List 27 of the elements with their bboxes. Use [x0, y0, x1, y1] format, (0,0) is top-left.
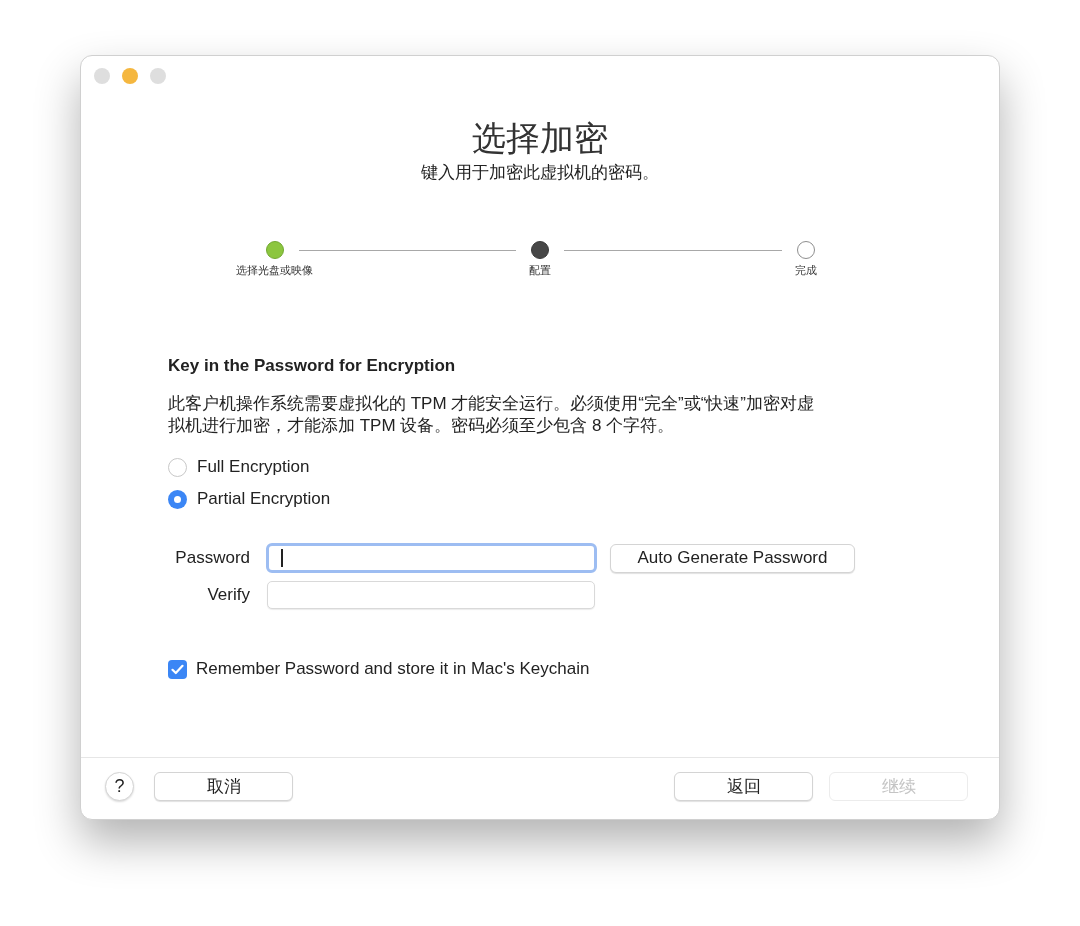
window-control-icon[interactable]	[150, 68, 166, 84]
radio-option[interactable]: Full Encryption	[168, 456, 310, 478]
radio-option[interactable]: Partial Encryption	[168, 488, 331, 510]
auto-generate-password-button[interactable]: Auto Generate Password	[610, 543, 855, 573]
description-text: 此客户机操作系统需要虚拟化的 TPM 才能安全运行。必须使用“完全”或“快速”加密对虚拟机进行加密，才能添加 TPM 设备。密码必须至少包含 8 个字符。	[168, 393, 815, 437]
radio-button-icon[interactable]	[168, 457, 187, 477]
window-control-icon[interactable]	[94, 68, 110, 84]
dialog-button[interactable]: 返回	[674, 772, 813, 801]
step-indicator-icon	[265, 241, 284, 259]
step-label: 完成	[794, 263, 817, 277]
field-label: Password	[174, 547, 250, 569]
section-heading: Key in the Password for Encryption	[168, 355, 456, 377]
dialog-title: 选择加密	[471, 118, 609, 158]
dialog-button[interactable]: 取消	[154, 772, 293, 801]
password-field[interactable]	[266, 543, 597, 573]
step-indicator-icon	[796, 241, 815, 259]
window-control-icon[interactable]	[122, 68, 138, 84]
checkbox-icon[interactable]	[168, 659, 187, 679]
help-button[interactable]: ?	[105, 772, 134, 801]
step-label: 选择光盘或映像	[236, 263, 313, 277]
verify-field[interactable]	[267, 581, 595, 609]
step-indicator-icon	[531, 241, 549, 259]
step-label: 配置	[529, 263, 551, 277]
radio-button-icon[interactable]	[168, 489, 187, 509]
field-label: Verify	[206, 584, 250, 606]
remember-password-checkbox[interactable]: Remember Password and store it in Mac's Keychain	[168, 658, 590, 680]
dialog-subtitle: 键入用于加密此虚拟机的密码。	[421, 162, 659, 184]
